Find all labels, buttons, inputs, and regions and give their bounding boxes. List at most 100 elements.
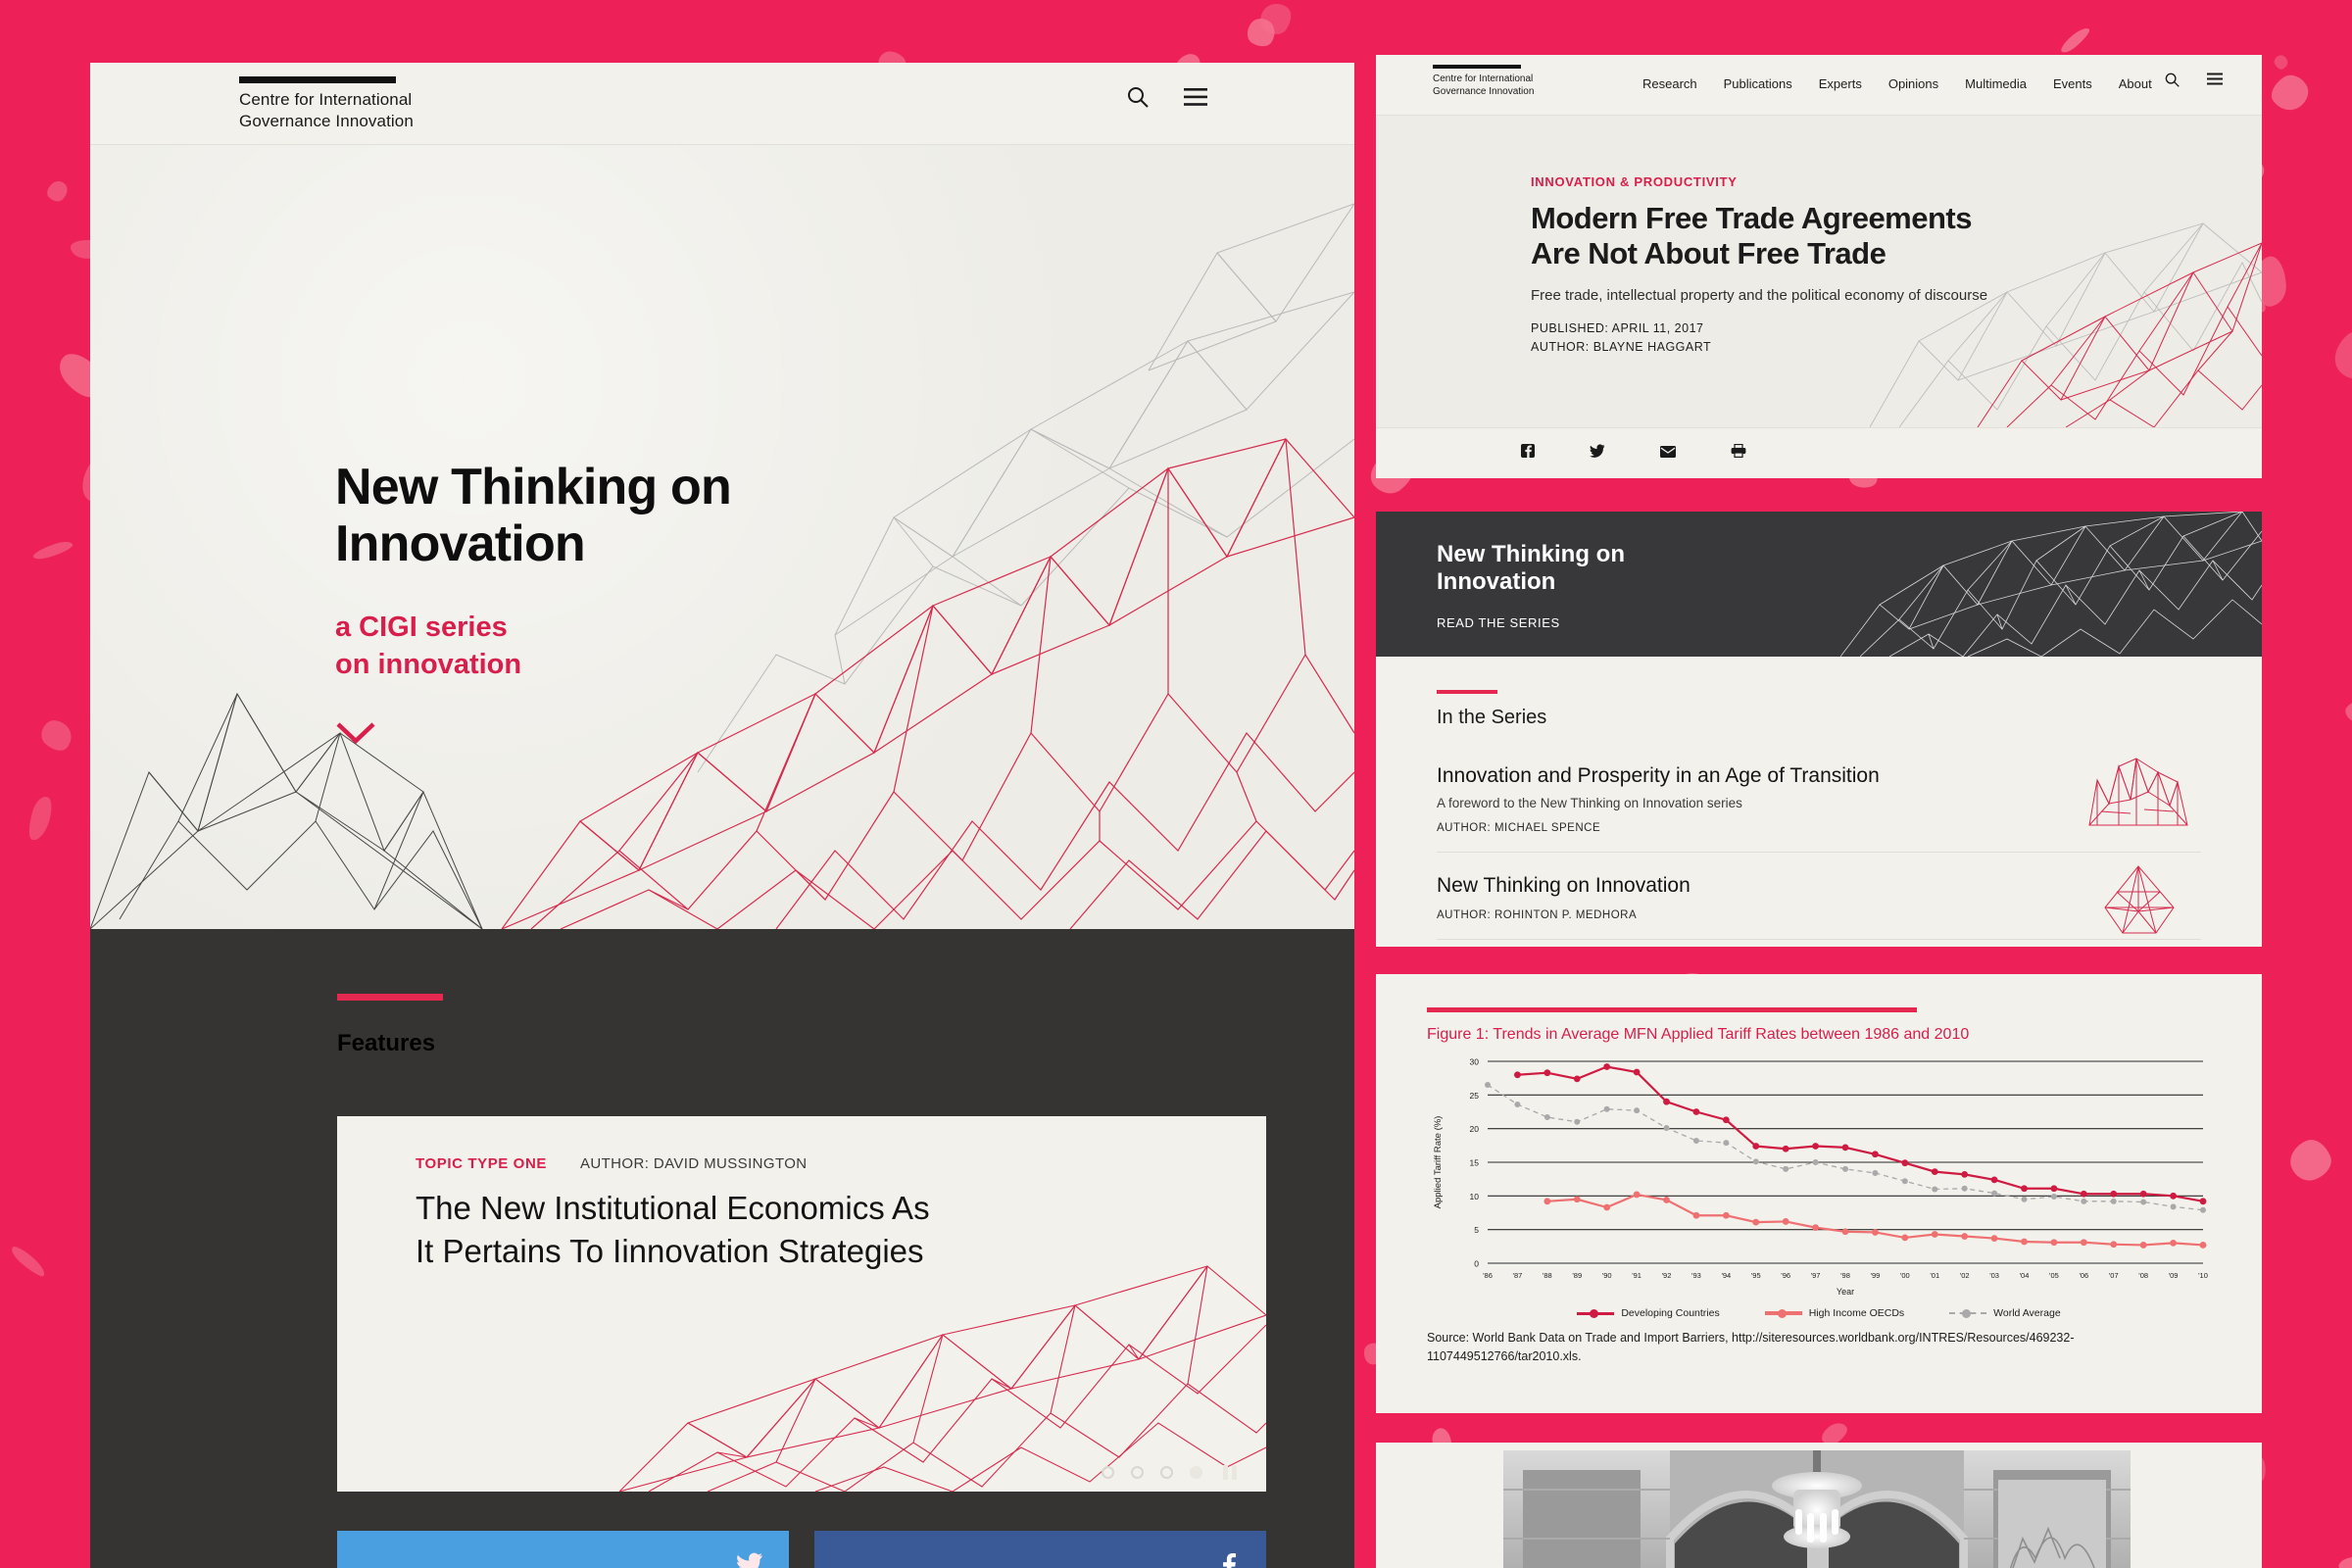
backdrop-speckle [9,1243,49,1280]
hero-subtitle: a CIGI series on innovation [335,612,522,680]
hamburger-menu-icon[interactable] [2207,73,2223,92]
header-icon-group [1127,86,1207,113]
cigi-logo[interactable]: Centre for International Governance Inno… [239,76,414,133]
svg-text:'10: '10 [2198,1271,2208,1280]
series-body: In the Series Innovation and Prosperity … [1376,657,2262,947]
backdrop-speckle [35,714,77,757]
svg-text:25: 25 [1470,1091,1480,1101]
backdrop-speckle [2265,70,2315,118]
photo-panel [1376,1443,2262,1568]
svg-text:'99: '99 [1871,1271,1881,1280]
backdrop-speckle [2343,699,2352,725]
legend-label: Developing Countries [1621,1307,1720,1319]
svg-text:'96: '96 [1781,1271,1790,1280]
svg-text:'86: '86 [1483,1271,1493,1280]
svg-text:'07: '07 [2109,1271,2119,1280]
article-published-date: PUBLISHED: APRIL 11, 2017 [1531,320,1704,335]
article-page-preview: Centre for International Governance Inno… [1376,55,2262,478]
site-header: Centre for International Governance Inno… [90,63,1354,145]
logo-line-1: Centre for International [239,90,413,109]
carousel-dot-2[interactable] [1131,1466,1144,1479]
svg-text:30: 30 [1470,1057,1480,1067]
twitter-feed-card[interactable]: 1m Curetin ultrices mi vel tristique qui… [337,1531,789,1568]
print-icon[interactable] [1731,443,1746,463]
feature-card[interactable]: TOPIC TYPE ONE AUTHOR: DAVID MUSSINGTON … [337,1116,1266,1492]
share-bar [1376,427,2262,478]
chevron-down-icon[interactable] [335,720,731,751]
logo-rule [1433,65,1521,69]
svg-text:5: 5 [1474,1225,1479,1235]
article-title: Modern Free Trade Agreements Are Not Abo… [1531,201,1973,271]
facebook-feed-card[interactable]: 1m Curetin ultrices mi vel tristique qui… [814,1531,1266,1568]
email-share-icon[interactable] [1660,445,1676,463]
nav-item-research[interactable]: Research [1642,76,1697,91]
article-kicker[interactable]: INNOVATION & PRODUCTIVITY [1531,174,1987,189]
twitter-share-icon[interactable] [1590,444,1605,463]
feature-topic-label[interactable]: TOPIC TYPE ONE [416,1155,547,1172]
carousel-dot-3[interactable] [1160,1466,1173,1479]
nav-item-publications[interactable]: Publications [1724,76,1792,91]
article-site-header: Centre for International Governance Inno… [1376,55,2262,116]
carousel-dot-1[interactable] [1102,1466,1114,1479]
section-rule [1437,690,1497,694]
backdrop-speckle [2272,53,2290,72]
backdrop-speckle [31,538,75,563]
backdrop-speckle [2058,24,2093,56]
series-hero[interactable]: New Thinking on Innovation READ THE SERI… [1376,512,2262,657]
svg-text:'91: '91 [1632,1271,1642,1280]
nav-item-experts[interactable]: Experts [1819,76,1862,91]
hamburger-menu-icon[interactable] [1184,88,1207,111]
backdrop-speckle [43,176,73,206]
svg-text:0: 0 [1474,1259,1479,1269]
svg-text:'03: '03 [1989,1271,1999,1280]
svg-text:'93: '93 [1691,1271,1701,1280]
legend-label: World Average [1993,1307,2061,1319]
legend-item-high-income-oecds: High Income OECDs [1764,1307,1904,1319]
svg-text:Applied Tariff Rate (%): Applied Tariff Rate (%) [1433,1116,1444,1209]
nav-item-about[interactable]: About [2119,76,2152,91]
svg-text:'05: '05 [2049,1271,2059,1280]
nav-item-events[interactable]: Events [2053,76,2092,91]
facebook-icon [1215,1552,1241,1568]
nav-item-multimedia[interactable]: Multimedia [1965,76,2027,91]
backdrop-speckle [24,794,56,843]
list-item[interactable]: New Thinking on Innovation AUTHOR: ROHIN… [1437,852,2201,939]
article-author: AUTHOR: BLAYNE HAGGART [1531,339,1712,354]
nav-item-opinions[interactable]: Opinions [1888,76,1938,91]
legend-item-world-average: World Average [1949,1307,2061,1319]
backdrop-speckle [2325,322,2352,388]
series-listing-panel: New Thinking on Innovation READ THE SERI… [1376,512,2262,947]
polygon-peaks-thumb-icon [2088,758,2188,826]
hero-banner: New Thinking on Innovation a CIGI series… [90,145,1354,929]
svg-text:'87: '87 [1513,1271,1523,1280]
parliament-chamber-illustration [1503,1450,2131,1568]
carousel-controls [1102,1465,1237,1480]
feature-card-meta: TOPIC TYPE ONE AUTHOR: DAVID MUSSINGTON [416,1155,808,1172]
legend-swatch [1764,1308,1802,1318]
cigi-logo-small[interactable]: Centre for International Governance Inno… [1433,65,1534,98]
figure-panel: Figure 1: Trends in Average MFN Applied … [1376,974,2262,1413]
read-the-series-link[interactable]: READ THE SERIES [1437,615,1560,630]
svg-text:'94: '94 [1721,1271,1731,1280]
backdrop-speckle [2336,1554,2352,1568]
carousel-dot-4-active[interactable] [1190,1466,1202,1479]
list-item[interactable]: Innovation and Prosperity in an Age of T… [1437,743,2201,852]
search-icon[interactable] [2165,73,2180,92]
chart-area: 0 5 10 15 20 25 30 Applied Tariff Rate (%) '86 '8… [1427,1054,2211,1303]
legend-swatch [1949,1308,1987,1318]
parliament-chamber-photo [1503,1450,2131,1568]
series-title: New Thinking on Innovation [1437,541,1625,596]
svg-text:'06: '06 [2079,1271,2088,1280]
svg-text:'88: '88 [1543,1271,1552,1280]
polygon-mountain-thumb [619,1265,1266,1492]
svg-text:Year: Year [1837,1287,1854,1297]
article-meta: PUBLISHED: APRIL 11, 2017 AUTHOR: BLAYNE… [1531,319,1987,358]
social-feed-row: 1m Curetin ultrices mi vel tristique qui… [337,1531,1266,1568]
search-icon[interactable] [1127,86,1149,113]
logo-rule [239,76,396,83]
chart-legend: Developing Countries High Income OECDs W… [1427,1307,2211,1319]
pause-button[interactable] [1223,1465,1237,1480]
facebook-share-icon[interactable] [1521,444,1535,463]
list-item[interactable]: A New Name for Modern Trade Deals: Asset [1437,939,2201,947]
svg-text:'08: '08 [2138,1271,2148,1280]
